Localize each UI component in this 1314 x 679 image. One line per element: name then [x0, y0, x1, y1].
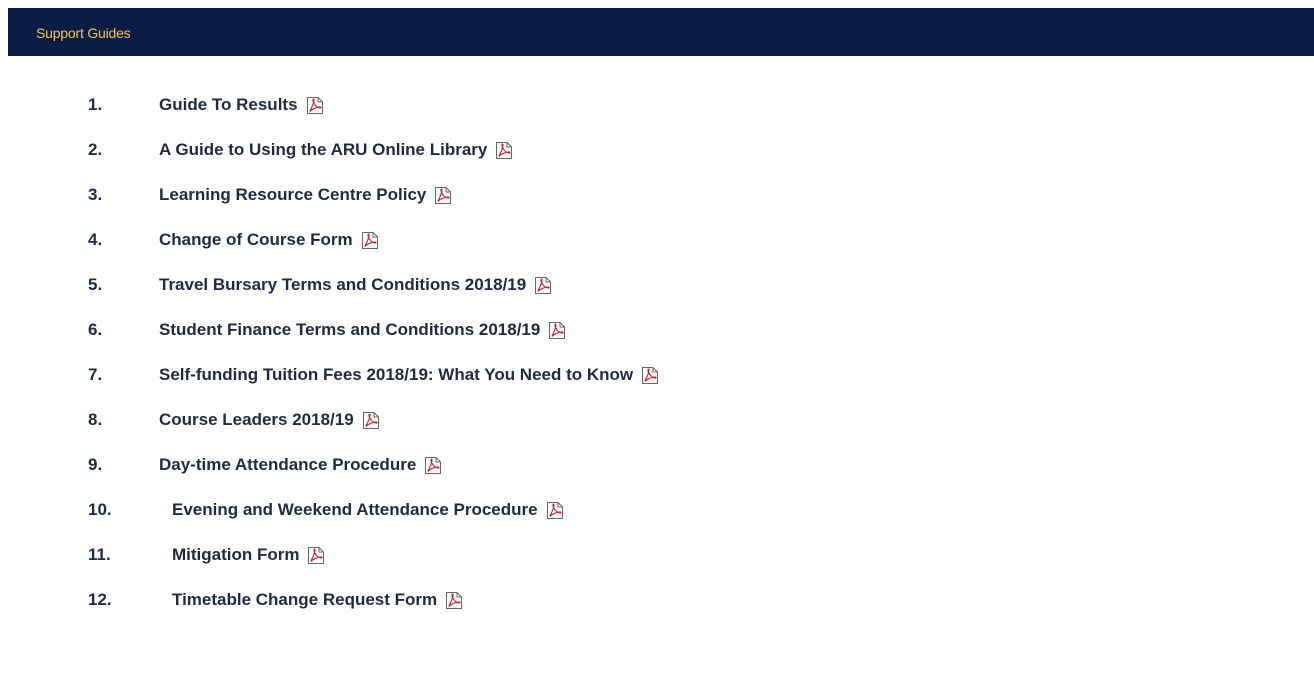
guide-link-student-finance[interactable]: Student Finance Terms and Conditions 201…: [159, 317, 566, 343]
pdf-icon[interactable]: [548, 321, 566, 340]
guide-link-daytime-attendance[interactable]: Day-time Attendance Procedure: [159, 452, 442, 478]
list-item: 11. Mitigation Form: [0, 542, 1000, 568]
guide-link-guide-to-results[interactable]: Guide To Results: [159, 92, 324, 118]
item-number: 1.: [88, 95, 103, 114]
item-number: 8.: [88, 410, 103, 429]
guide-link-travel-bursary[interactable]: Travel Bursary Terms and Conditions 2018…: [159, 272, 552, 298]
item-number: 2.: [88, 140, 103, 159]
list-item: 6. Student Finance Terms and Conditions …: [0, 317, 1000, 343]
guide-label[interactable]: Guide To Results: [159, 92, 298, 118]
guide-link-timetable-change[interactable]: Timetable Change Request Form: [172, 587, 463, 613]
pdf-icon[interactable]: [546, 501, 564, 520]
pdf-icon[interactable]: [495, 141, 513, 160]
guide-label[interactable]: Change of Course Form: [159, 227, 353, 253]
guide-label[interactable]: Travel Bursary Terms and Conditions 2018…: [159, 272, 526, 298]
guide-link-mitigation-form[interactable]: Mitigation Form: [172, 542, 325, 568]
guide-link-lrc-policy[interactable]: Learning Resource Centre Policy: [159, 182, 452, 208]
item-number: 12.: [88, 590, 112, 609]
item-number: 9.: [88, 455, 103, 474]
item-number: 11.: [88, 545, 111, 564]
pdf-icon[interactable]: [307, 546, 325, 565]
list-item: 10. Evening and Weekend Attendance Proce…: [0, 497, 1000, 523]
guide-link-online-library[interactable]: A Guide to Using the ARU Online Library: [159, 137, 513, 163]
guide-label[interactable]: Evening and Weekend Attendance Procedure: [172, 497, 538, 523]
item-number: 3.: [88, 185, 103, 204]
list-item: 7. Self-funding Tuition Fees 2018/19: Wh…: [0, 362, 1000, 388]
pdf-icon[interactable]: [641, 366, 659, 385]
guide-link-course-leaders[interactable]: Course Leaders 2018/19: [159, 407, 380, 433]
guide-label[interactable]: Course Leaders 2018/19: [159, 407, 354, 433]
panel-title: Support Guides: [36, 25, 131, 41]
guide-label[interactable]: Day-time Attendance Procedure: [159, 452, 416, 478]
item-number: 7.: [88, 365, 103, 384]
pdf-icon[interactable]: [424, 456, 442, 475]
list-item: 9. Day-time Attendance Procedure: [0, 452, 1000, 478]
pdf-icon[interactable]: [362, 411, 380, 430]
pdf-icon[interactable]: [534, 276, 552, 295]
pdf-icon[interactable]: [445, 591, 463, 610]
guide-label[interactable]: Learning Resource Centre Policy: [159, 182, 426, 208]
guide-label[interactable]: Student Finance Terms and Conditions 201…: [159, 317, 540, 343]
guide-link-self-funding-fees[interactable]: Self-funding Tuition Fees 2018/19: What …: [159, 362, 659, 388]
item-number: 6.: [88, 320, 103, 339]
guide-label[interactable]: Mitigation Form: [172, 542, 299, 568]
guide-label[interactable]: Self-funding Tuition Fees 2018/19: What …: [159, 362, 633, 388]
list-item: 3. Learning Resource Centre Policy: [0, 182, 1000, 208]
item-number: 10.: [88, 500, 112, 519]
list-item: 4. Change of Course Form: [0, 227, 1000, 253]
guide-label[interactable]: Timetable Change Request Form: [172, 587, 437, 613]
pdf-icon[interactable]: [434, 186, 452, 205]
list-item: 1. Guide To Results: [0, 92, 1000, 118]
list-item: 12. Timetable Change Request Form: [0, 587, 1000, 613]
item-number: 5.: [88, 275, 103, 294]
pdf-icon[interactable]: [361, 231, 379, 250]
list-item: 5. Travel Bursary Terms and Conditions 2…: [0, 272, 1000, 298]
list-item: 2. A Guide to Using the ARU Online Libra…: [0, 137, 1000, 163]
guide-link-change-of-course[interactable]: Change of Course Form: [159, 227, 379, 253]
item-number: 4.: [88, 230, 103, 249]
support-guides-header: Support Guides: [8, 8, 1314, 56]
guide-link-evening-weekend-attendance[interactable]: Evening and Weekend Attendance Procedure: [172, 497, 564, 523]
pdf-icon[interactable]: [306, 96, 324, 115]
guide-label[interactable]: A Guide to Using the ARU Online Library: [159, 137, 487, 163]
list-item: 8. Course Leaders 2018/19: [0, 407, 1000, 433]
